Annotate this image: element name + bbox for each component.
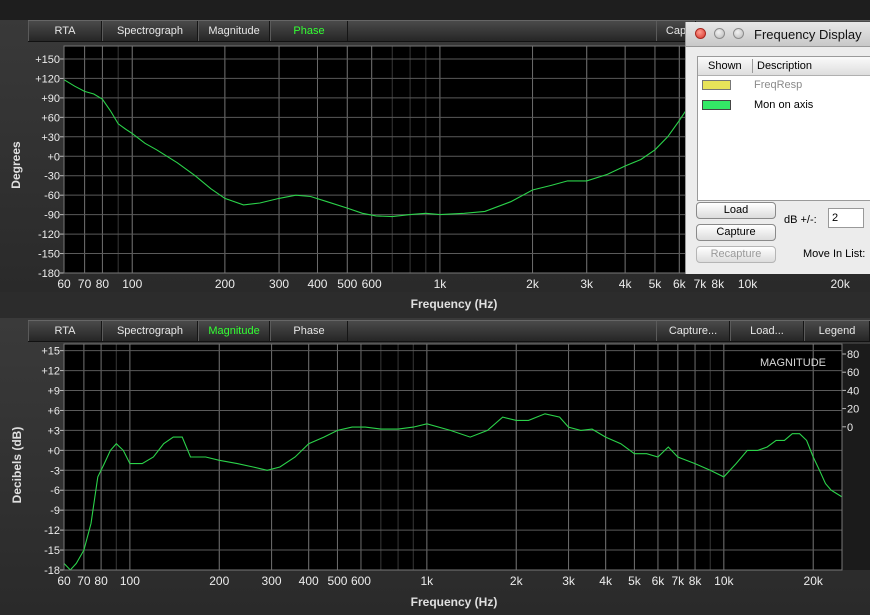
y-tick-label: +3 xyxy=(47,425,60,437)
x-tick-label: 4k xyxy=(619,277,633,291)
frequency-display-dialog: Frequency Display Shown Description Freq… xyxy=(685,22,870,274)
magnitude-overlay-label: MAGNITUDE xyxy=(760,357,826,369)
zoom-icon[interactable] xyxy=(733,28,744,39)
x-tick-label: 80 xyxy=(94,574,108,588)
y-tick-label: -90 xyxy=(44,210,60,222)
x-tick-label: 400 xyxy=(307,277,327,291)
swatch-mon-on-axis[interactable] xyxy=(702,100,731,110)
column-shown[interactable]: Shown xyxy=(708,60,742,72)
magnitude-y-axis-label: Decibels (dB) xyxy=(10,426,24,504)
x-tick-label: 300 xyxy=(269,277,289,291)
x-tick-label: 3k xyxy=(562,574,576,588)
dialog-capture-button[interactable]: Capture xyxy=(696,224,776,241)
x-tick-label: 6k xyxy=(673,277,687,291)
y2-tick-label: 20 xyxy=(847,404,859,416)
magnitude-panel: RTA Spectrograph Magnitude Phase Capture… xyxy=(0,318,870,615)
x-tick-label: 100 xyxy=(122,277,142,291)
y-tick-label: +60 xyxy=(41,112,60,124)
x-tick-label: 5k xyxy=(628,574,642,588)
y-tick-label: -120 xyxy=(38,229,60,241)
y-tick-label: +15 xyxy=(41,346,60,358)
x-tick-label: 6k xyxy=(652,574,666,588)
y2-tick-label: 0 xyxy=(847,422,853,434)
x-tick-label: 7k xyxy=(694,277,708,291)
y2-tick-label: 40 xyxy=(847,385,859,397)
y-tick-label: +150 xyxy=(35,54,60,66)
y-tick-label: -30 xyxy=(44,171,60,183)
x-tick-label: 600 xyxy=(351,574,371,588)
db-input[interactable]: 2 xyxy=(828,208,864,228)
y-tick-label: -150 xyxy=(38,249,60,261)
y-tick-label: +0 xyxy=(47,151,60,163)
column-divider xyxy=(752,59,753,73)
x-tick-label: 3k xyxy=(580,277,594,291)
x-tick-label: 4k xyxy=(599,574,613,588)
x-tick-label: 2k xyxy=(526,277,540,291)
x-tick-label: 300 xyxy=(262,574,282,588)
x-tick-label: 500 xyxy=(337,277,357,291)
x-tick-label: 1k xyxy=(421,574,435,588)
close-icon[interactable] xyxy=(695,28,706,39)
magnitude-x-axis-label: Frequency (Hz) xyxy=(410,595,498,609)
y-tick-label: -60 xyxy=(44,190,60,202)
y-tick-label: -18 xyxy=(44,565,60,577)
y-tick-label: -3 xyxy=(50,465,60,477)
x-tick-label: 600 xyxy=(362,277,382,291)
db-label: dB +/-: xyxy=(784,214,817,226)
phase-y-axis-label: Degrees xyxy=(9,141,23,189)
move-in-list-label: Move In List: xyxy=(803,248,866,260)
x-tick-label: 400 xyxy=(299,574,319,588)
y-tick-label: +120 xyxy=(35,73,60,85)
phase-x-axis-label: Frequency (Hz) xyxy=(410,297,498,311)
x-tick-label: 200 xyxy=(215,277,235,291)
x-tick-label: 20k xyxy=(831,277,851,291)
x-tick-label: 1k xyxy=(434,277,448,291)
list-item-mon-on-axis[interactable]: Mon on axis xyxy=(754,99,813,111)
list-item-freqresp[interactable]: FreqResp xyxy=(754,79,802,91)
y-tick-label: +0 xyxy=(47,445,60,457)
x-tick-label: 8k xyxy=(689,574,703,588)
y-tick-label: +12 xyxy=(41,366,60,378)
column-description[interactable]: Description xyxy=(757,60,812,72)
y-tick-label: -9 xyxy=(50,505,60,517)
magnitude-chart: 60 70 80 100 200 300 400 500 600 1k 2k 3k 4k 5k 6k 7k 8k… xyxy=(41,343,870,588)
y-tick-label: -6 xyxy=(50,485,60,497)
x-tick-label: 500 xyxy=(327,574,347,588)
plot-background xyxy=(64,344,842,570)
y-tick-label: +30 xyxy=(41,132,60,144)
x-tick-label: 70 xyxy=(78,277,92,291)
trace-list[interactable]: Shown Description FreqResp Mon on axis xyxy=(697,56,870,201)
dialog-title: Frequency Display xyxy=(754,27,862,42)
x-tick-label: 100 xyxy=(120,574,140,588)
y2-tick-label: 80 xyxy=(847,349,859,361)
y-tick-label: -180 xyxy=(38,268,60,280)
x-tick-label: 7k xyxy=(671,574,685,588)
dialog-load-button[interactable]: Load xyxy=(696,202,776,219)
x-tick-label: 20k xyxy=(804,574,824,588)
x-tick-label: 8k xyxy=(711,277,725,291)
y-tick-label: -12 xyxy=(44,525,60,537)
x-tick-label: 10k xyxy=(738,277,758,291)
y-tick-label: +9 xyxy=(47,386,60,398)
y-tick-label: -15 xyxy=(44,545,60,557)
x-tick-label: 70 xyxy=(77,574,91,588)
dialog-titlebar[interactable]: Frequency Display xyxy=(686,22,870,47)
x-tick-label: 10k xyxy=(714,574,734,588)
y2-tick-label: 60 xyxy=(847,367,859,379)
x-tick-label: 5k xyxy=(649,277,663,291)
x-tick-label: 200 xyxy=(209,574,229,588)
x-tick-label: 2k xyxy=(510,574,524,588)
x-tick-label: 80 xyxy=(96,277,110,291)
swatch-freqresp[interactable] xyxy=(702,80,731,90)
dialog-recapture-button[interactable]: Recapture xyxy=(696,246,776,263)
minimize-icon[interactable] xyxy=(714,28,725,39)
y-tick-label: +90 xyxy=(41,93,60,105)
y-tick-label: +6 xyxy=(47,405,60,417)
